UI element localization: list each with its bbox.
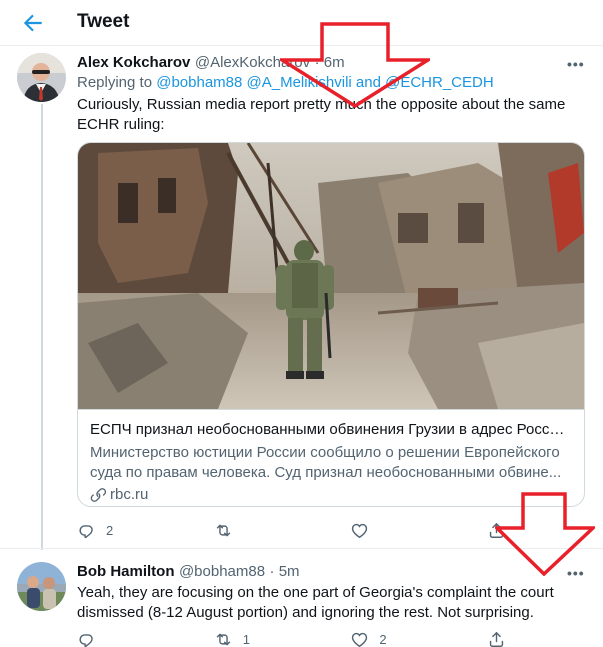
tweet2-header: Bob Hamilton @bobham88 · 5m	[77, 563, 300, 581]
card-title: ЕСПЧ признал необоснованными обвинения Г…	[90, 421, 572, 438]
card-desc-line1: Министерство юстиции России сообщило о р…	[90, 444, 560, 461]
back-button[interactable]	[20, 10, 46, 36]
replying-to-label: Replying to	[77, 74, 153, 91]
like-icon	[352, 523, 368, 538]
share-button[interactable]	[487, 630, 517, 647]
tweet1-actions: 2	[77, 519, 517, 541]
avatar-alex[interactable]	[17, 53, 66, 102]
like-button[interactable]: 2	[350, 630, 487, 647]
tweet2-text-line2: dismissed (8-12 August portion) and igno…	[77, 604, 534, 621]
share-icon	[489, 631, 504, 647]
reply-button[interactable]: 2	[77, 521, 214, 540]
retweet-button[interactable]: 1	[214, 630, 351, 647]
link-icon	[90, 487, 106, 502]
retweet-count: 1	[242, 631, 250, 647]
card-desc-line2: суда по правам человека. Суд признал нео…	[90, 464, 562, 481]
annotation-arrow-down-top	[280, 22, 430, 108]
like-button[interactable]	[350, 521, 487, 540]
tweet2-text: Yeah, they are focusing on the one part …	[77, 583, 554, 623]
tweet2-actions: 1 2	[77, 628, 517, 647]
retweet-button[interactable]	[214, 521, 351, 540]
tweet-time[interactable]: · 5m	[270, 563, 300, 580]
reply-count: 2	[106, 522, 114, 538]
back-arrow-icon	[23, 14, 42, 32]
card-image	[78, 143, 584, 409]
retweet-icon	[216, 633, 230, 645]
reply-icon	[79, 633, 93, 647]
card-domain-text: rbc.ru	[110, 486, 149, 503]
retweet-icon	[216, 524, 230, 536]
reply-button[interactable]	[77, 630, 214, 647]
link-card[interactable]: ЕСПЧ признал необоснованными обвинения Г…	[77, 142, 585, 507]
annotation-arrow-down-bottom	[495, 492, 595, 576]
page-title: Tweet	[77, 11, 130, 32]
card-description: Министерство юстиции России сообщило о р…	[90, 443, 572, 483]
tweet2-text-line1: Yeah, they are focusing on the one part …	[77, 584, 554, 601]
more-icon[interactable]: •••	[567, 56, 585, 72]
author-handle[interactable]: @bobham88	[179, 563, 265, 580]
like-icon	[352, 632, 368, 647]
like-count: 2	[379, 631, 387, 647]
author-name[interactable]: Bob Hamilton	[77, 563, 175, 580]
reply-icon	[79, 524, 93, 538]
author-name[interactable]: Alex Kokcharov	[77, 54, 190, 71]
avatar-bob[interactable]	[17, 562, 66, 611]
thread-line	[41, 104, 43, 550]
tweet1-text-line2: ECHR ruling:	[77, 116, 165, 133]
